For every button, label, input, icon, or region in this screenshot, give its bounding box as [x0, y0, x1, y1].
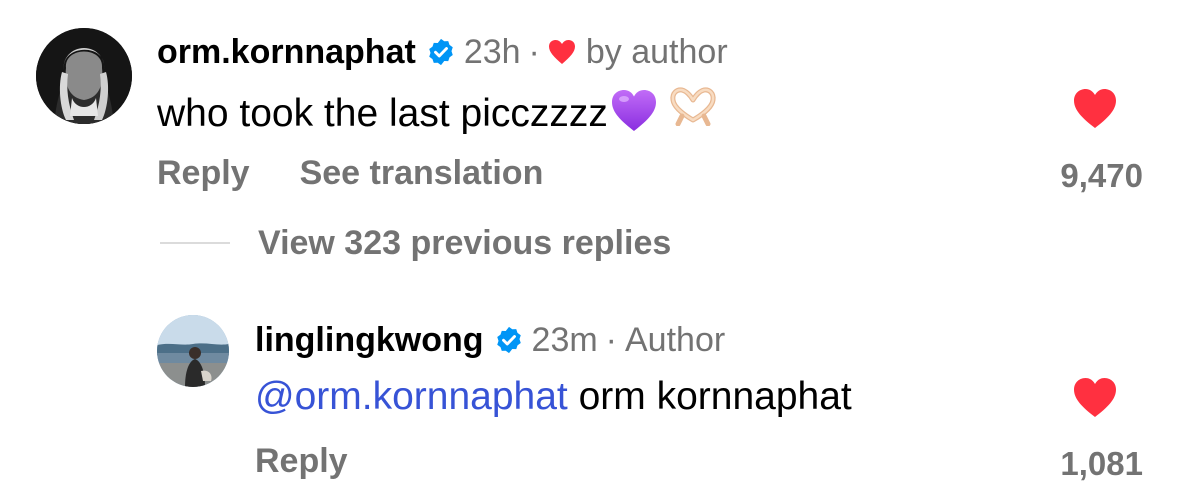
comment-username[interactable]: orm.kornnaphat — [157, 32, 416, 72]
like-count[interactable]: 1,081 — [1003, 444, 1143, 484]
reply-actions: Reply — [255, 441, 348, 481]
reply-button[interactable]: Reply — [157, 153, 250, 193]
view-previous-replies[interactable]: View 323 previous replies — [160, 223, 671, 263]
comment-body: who took the last picczzzz — [157, 86, 718, 137]
replies-divider — [160, 242, 230, 244]
liked-by-author-label: by author — [585, 33, 728, 71]
view-replies-label[interactable]: View 323 previous replies — [258, 223, 671, 263]
reply-body: @orm.kornnaphat orm kornnaphat — [255, 374, 852, 420]
heart-hands-icon — [670, 87, 716, 126]
liked-by-author-heart-icon — [548, 40, 575, 64]
comment-text: who took the last picczzzz — [157, 92, 608, 135]
comment-time: 23h — [463, 33, 521, 71]
verified-badge-icon — [496, 326, 521, 354]
verified-badge-icon — [429, 38, 453, 66]
like-heart-icon[interactable] — [1072, 376, 1118, 418]
mention-link[interactable]: @orm.kornnaphat — [255, 375, 568, 418]
reply-username[interactable]: linglingkwong — [255, 320, 484, 360]
reply-text: orm kornnaphat — [567, 375, 852, 418]
avatar[interactable] — [36, 28, 132, 124]
reply-button[interactable]: Reply — [255, 441, 348, 481]
like-heart-icon[interactable] — [1072, 87, 1118, 129]
meta-separator: · — [605, 321, 617, 359]
avatar-photo — [36, 28, 132, 124]
reply-time: 23m — [531, 321, 598, 359]
meta-separator: · — [528, 33, 540, 71]
see-translation-button[interactable]: See translation — [300, 153, 544, 193]
comment-header: orm.kornnaphat 23h · by author — [157, 32, 728, 72]
reply-avatar[interactable] — [157, 315, 229, 387]
reply-avatar-photo — [157, 315, 229, 387]
author-label: Author — [625, 321, 726, 359]
reply-header: linglingkwong 23m · Author — [255, 320, 725, 360]
comment-actions: Reply See translation — [157, 153, 543, 193]
like-count[interactable]: 9,470 — [1003, 156, 1143, 196]
purple-heart-icon — [611, 90, 656, 131]
